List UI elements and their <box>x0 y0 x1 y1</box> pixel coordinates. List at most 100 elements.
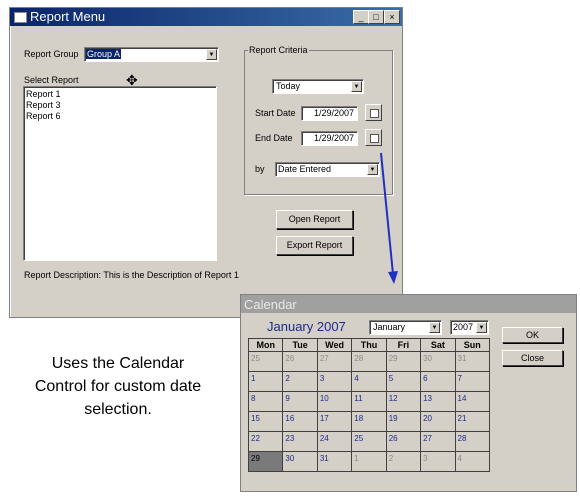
day-cell[interactable]: 20 <box>420 411 456 432</box>
pointer-arrow <box>380 152 398 284</box>
weekday-header: Sat <box>420 338 456 352</box>
day-cell[interactable]: 30 <box>282 451 318 472</box>
day-cell[interactable]: 22 <box>247 431 284 452</box>
report-menu-window: Report Menu _ □ × Report Group Group A ▼… <box>9 7 403 318</box>
month-value: January <box>373 322 406 332</box>
day-cell[interactable]: 2 <box>282 371 318 392</box>
week-row: 29 30 31 1 2 3 4 <box>247 451 491 472</box>
end-date-input[interactable]: 1/29/2007 <box>301 131 358 146</box>
day-cell[interactable]: 7 <box>454 371 491 392</box>
start-date-calendar-button[interactable] <box>365 104 382 121</box>
caption-text: Uses the Calendar Control for custom dat… <box>0 352 236 421</box>
calendar-close-button[interactable]: Close <box>502 350 563 366</box>
day-cell[interactable]: 27 <box>316 351 353 372</box>
report-criteria-label: Report Criteria <box>248 45 309 55</box>
period-value: Today <box>276 81 301 91</box>
ok-button[interactable]: OK <box>502 327 563 343</box>
day-cell[interactable]: 25 <box>351 431 387 452</box>
minimize-button[interactable]: _ <box>353 10 369 24</box>
day-cell[interactable]: 12 <box>385 391 422 412</box>
day-cell[interactable]: 21 <box>454 411 491 432</box>
chevron-down-icon[interactable]: ▼ <box>206 49 217 60</box>
week-row: 8 9 10 11 12 13 14 <box>247 391 491 412</box>
day-cell[interactable]: 18 <box>351 411 387 432</box>
weekday-header: Fri <box>385 338 422 352</box>
day-cell[interactable]: 9 <box>282 391 318 412</box>
week-row: 22 23 24 25 26 27 28 <box>247 431 491 452</box>
day-cell[interactable]: 29 <box>385 351 422 372</box>
day-cell[interactable]: 10 <box>316 391 353 412</box>
caption-line: Control for custom date <box>34 378 202 395</box>
start-date-value: 1/29/2007 <box>313 108 354 118</box>
day-cell[interactable]: 23 <box>282 431 318 452</box>
chevron-down-icon[interactable]: ▼ <box>429 322 440 333</box>
day-cell[interactable]: 28 <box>351 351 387 372</box>
day-cell[interactable]: 3 <box>420 451 456 472</box>
weekday-header: Mon <box>247 338 284 352</box>
day-cell[interactable]: 13 <box>420 391 456 412</box>
day-cell[interactable]: 16 <box>282 411 318 432</box>
day-cell[interactable]: 8 <box>247 391 284 412</box>
chevron-down-icon[interactable]: ▼ <box>351 81 362 92</box>
week-row: 25 26 27 28 29 30 31 <box>247 351 491 372</box>
start-date-input[interactable]: 1/29/2007 <box>301 106 358 121</box>
day-cell[interactable]: 1 <box>247 371 284 392</box>
day-cell-selected[interactable]: 29 <box>247 451 284 472</box>
by-value: Date Entered <box>278 164 332 174</box>
report-group-label: Report Group <box>24 49 79 59</box>
start-date-label: Start Date <box>255 108 296 118</box>
calendar-grid: Mon Tue Wed Thu Fri Sat Sun 25 26 27 28 29 30 31 1 2 3 4… <box>247 338 491 472</box>
week-row: 1234567 <box>247 371 491 392</box>
day-cell[interactable]: 28 <box>454 431 491 452</box>
chevron-down-icon[interactable]: ▼ <box>476 322 487 333</box>
end-date-value: 1/29/2007 <box>313 133 354 143</box>
day-cell[interactable]: 3 <box>316 371 353 392</box>
day-cell[interactable]: 17 <box>316 411 353 432</box>
day-cell[interactable]: 26 <box>385 431 422 452</box>
list-item[interactable]: Report 6 <box>26 111 61 121</box>
year-value: 2007 <box>453 322 474 332</box>
window-title: Report Menu <box>30 9 106 24</box>
list-item[interactable]: Report 1 <box>26 89 61 99</box>
calendar-window: Calendar January 2007 January ▼ 2007 ▼ M… <box>240 294 577 492</box>
maximize-button[interactable]: □ <box>368 10 384 24</box>
weekday-header: Thu <box>351 338 387 352</box>
weekday-header: Tue <box>282 338 318 352</box>
report-group-select[interactable]: Group A ▼ <box>84 47 219 62</box>
open-report-button[interactable]: Open Report <box>276 210 353 229</box>
report-list[interactable]: Report 1 Report 3 Report 6 <box>23 86 217 261</box>
day-cell[interactable]: 26 <box>282 351 318 372</box>
day-cell[interactable]: 4 <box>351 371 387 392</box>
end-date-calendar-button[interactable] <box>365 129 382 146</box>
title-bar[interactable]: Report Menu _ □ × <box>10 8 402 26</box>
close-button[interactable]: × <box>384 10 400 24</box>
calendar-icon <box>370 134 379 143</box>
day-cell[interactable]: 24 <box>316 431 353 452</box>
export-report-button[interactable]: Export Report <box>276 236 353 255</box>
month-heading: January 2007 <box>267 319 346 334</box>
year-select[interactable]: 2007 ▼ <box>450 320 489 335</box>
day-cell[interactable]: 31 <box>316 451 353 472</box>
calendar-icon <box>370 109 379 118</box>
day-cell[interactable]: 14 <box>454 391 491 412</box>
month-select[interactable]: January ▼ <box>369 320 442 335</box>
day-cell[interactable]: 2 <box>385 451 422 472</box>
day-cell[interactable]: 4 <box>454 451 491 472</box>
period-select[interactable]: Today ▼ <box>272 79 364 94</box>
report-group-value: Group A <box>86 49 122 59</box>
list-item[interactable]: Report 3 <box>26 100 61 110</box>
day-cell[interactable]: 15 <box>247 411 284 432</box>
day-cell[interactable]: 1 <box>351 451 387 472</box>
calendar-title-bar[interactable]: Calendar <box>241 295 576 313</box>
day-cell[interactable]: 31 <box>454 351 491 372</box>
app-icon <box>14 12 27 23</box>
day-cell[interactable]: 11 <box>351 391 387 412</box>
day-cell[interactable]: 19 <box>385 411 422 432</box>
day-cell[interactable]: 30 <box>420 351 456 372</box>
day-cell[interactable]: 27 <box>420 431 456 452</box>
report-description: Report Description: This is the Descript… <box>24 270 239 280</box>
day-cell[interactable]: 5 <box>385 371 422 392</box>
day-cell[interactable]: 6 <box>420 371 456 392</box>
day-cell[interactable]: 25 <box>247 351 284 372</box>
by-select[interactable]: Date Entered ▼ <box>275 162 380 177</box>
